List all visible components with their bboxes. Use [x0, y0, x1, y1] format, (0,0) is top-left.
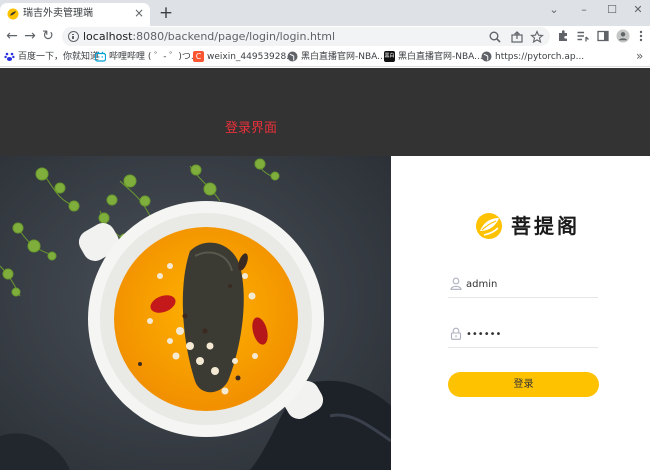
brand-logo: 菩提阁: [475, 210, 577, 242]
bookmark-star-icon[interactable]: [530, 30, 544, 44]
bilibili-icon: [95, 51, 106, 62]
side-panel-icon[interactable]: [596, 29, 610, 43]
reggie-favicon-icon: [7, 8, 19, 20]
food-bowl-illustration: [0, 156, 391, 470]
share-icon[interactable]: [510, 30, 524, 44]
maximize-icon[interactable]: ☐: [604, 2, 620, 18]
user-icon: [450, 277, 462, 290]
bookmark-label: 黑白直播官网-NBA...: [398, 52, 483, 62]
username-input[interactable]: [466, 274, 594, 294]
reload-icon[interactable]: ↻: [40, 27, 56, 45]
menu-icon[interactable]: [634, 29, 648, 43]
page-title: 登录界面: [225, 121, 278, 136]
header-band: 登录界面: [0, 68, 650, 156]
profile-icon[interactable]: [616, 29, 630, 43]
food-photo: [0, 156, 391, 470]
bookmarks-bar: 百度一下，你就知道 哔哩哔哩 ( ゜- ゜)つ... C weixin_4495…: [0, 47, 650, 67]
browser-tab-strip: 瑞吉外卖管理端 × + ⌄ – ☐ ✕: [0, 0, 650, 26]
bookmark-label: 黑白直播官网-NBA...: [301, 52, 386, 62]
login-page: 登录界面 菩提阁 admin 登录: [0, 68, 650, 470]
username-field: [448, 272, 598, 298]
extensions-icon[interactable]: [556, 29, 570, 43]
csdn-icon: C: [193, 51, 204, 62]
browser-toolbar: ← → ↻ localhost:8080/backend/page/login/…: [0, 26, 650, 47]
forward-icon[interactable]: →: [22, 27, 38, 45]
login-panel: 菩提阁 登录: [391, 156, 650, 470]
password-input[interactable]: [466, 324, 594, 344]
login-button[interactable]: 登录: [448, 372, 599, 397]
brand-name: 菩提阁: [511, 214, 580, 238]
baidu-icon: [4, 52, 15, 61]
url-text[interactable]: localhost:8080/backend/page/login/login.…: [83, 30, 335, 43]
csdn-watermark: CSDN @weixin_44953928: [494, 451, 650, 465]
tab-close-icon[interactable]: ×: [134, 6, 144, 20]
tab-search-dropdown-icon[interactable]: ⌄: [546, 2, 562, 18]
bookmark-label: https://pytorch.ap...: [495, 52, 585, 62]
zoom-icon[interactable]: [488, 30, 502, 44]
bookmarks-overflow-icon[interactable]: »: [636, 48, 643, 64]
lock-icon: [450, 327, 462, 340]
password-field: [448, 322, 598, 348]
bookmark-label: 哔哩哔哩 ( ゜- ゜)つ...: [109, 52, 200, 62]
globe-icon: [481, 51, 492, 62]
browser-tab[interactable]: 瑞吉外卖管理端 ×: [0, 3, 150, 26]
tab-title: 瑞吉外卖管理端: [23, 8, 93, 19]
globe-icon: [287, 51, 298, 62]
address-bar[interactable]: localhost:8080/backend/page/login/login.…: [62, 27, 550, 46]
minimize-icon[interactable]: –: [576, 2, 592, 18]
site-info-icon[interactable]: [68, 31, 79, 42]
heibai-icon: 黑白: [384, 51, 395, 62]
close-window-icon[interactable]: ✕: [630, 2, 646, 18]
bookmark-label: weixin_44953928...: [207, 52, 295, 62]
reading-list-icon[interactable]: [576, 29, 590, 43]
back-icon[interactable]: ←: [4, 27, 20, 45]
bookmark-label: 百度一下，你就知道: [18, 52, 100, 62]
leaf-logo-icon: [476, 213, 502, 239]
new-tab-button[interactable]: +: [158, 3, 174, 23]
